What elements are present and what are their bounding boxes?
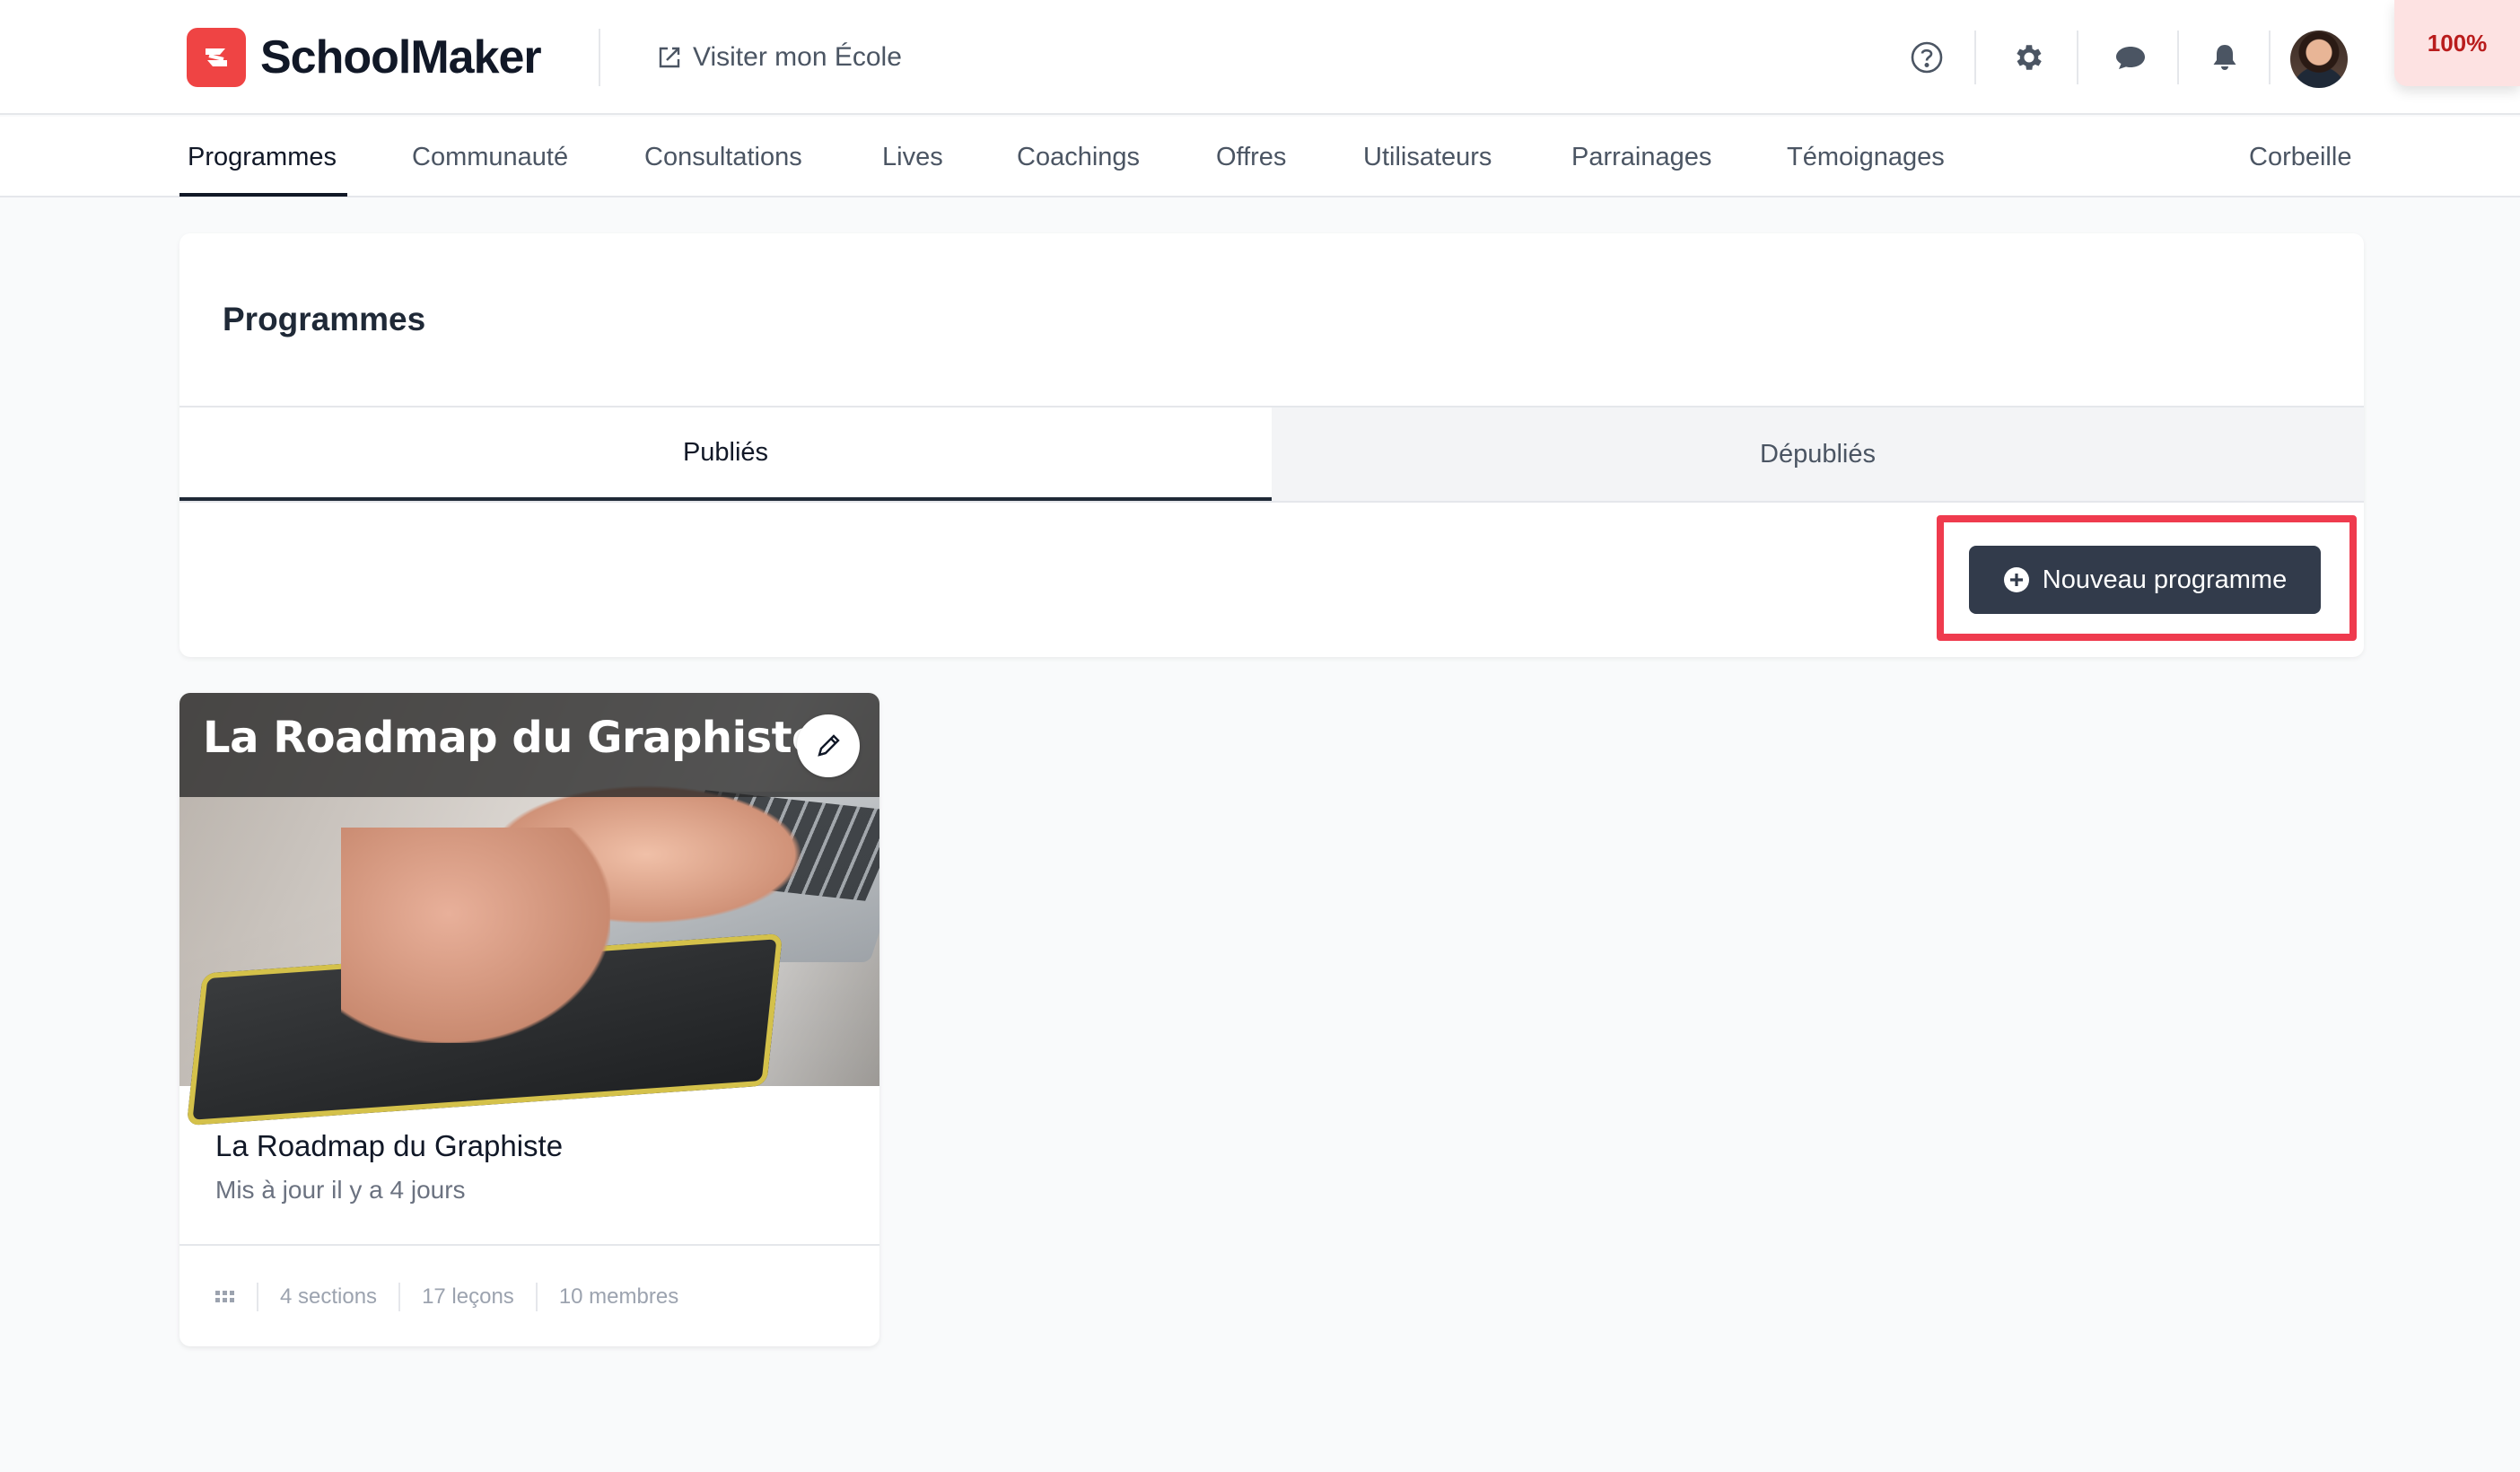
visit-school-label: Visiter mon École (693, 42, 902, 72)
nav-item-programmes[interactable]: Programmes (188, 117, 337, 197)
header-divider (599, 29, 600, 86)
nav-item-communaute[interactable]: Communauté (412, 117, 568, 197)
brand-name: SchoolMaker (260, 31, 542, 83)
top-header: SchoolMaker Visiter mon École 100% (0, 0, 2520, 115)
program-sections-count: 4 sections (280, 1284, 378, 1309)
program-card[interactable]: La Roadmap du Graphiste La Roadmap du Gr… (179, 693, 879, 1346)
programs-panel: Programmes Publiés Dépubliés Nouveau pro… (179, 233, 2364, 657)
nav-item-offres[interactable]: Offres (1216, 117, 1286, 197)
user-avatar[interactable] (2290, 31, 2348, 88)
external-edit-icon (655, 43, 684, 72)
tab-unpublished[interactable]: Dépubliés (1272, 407, 2364, 501)
nav-item-parrainages[interactable]: Parrainages (1571, 117, 1711, 197)
program-status-tabs: Publiés Dépubliés (179, 406, 2364, 503)
nav-item-utilisateurs[interactable]: Utilisateurs (1363, 117, 1492, 197)
program-updated-time: Mis à jour il y a 4 jours (215, 1176, 466, 1204)
help-circle-icon[interactable] (1905, 36, 1948, 79)
page-title: Programmes (223, 301, 426, 337)
program-card-body: La Roadmap du Graphiste Mis à jour il y … (179, 1086, 879, 1246)
nav-item-corbeille[interactable]: Corbeille (2249, 117, 2351, 197)
nav-item-lives[interactable]: Lives (882, 117, 943, 197)
gear-icon[interactable] (2008, 36, 2051, 79)
visit-school-link[interactable]: Visiter mon École (655, 39, 902, 75)
header-divider (2269, 31, 2271, 84)
program-name[interactable]: La Roadmap du Graphiste (215, 1129, 563, 1163)
plus-circle-icon (2003, 566, 2030, 593)
program-banner-title: La Roadmap du Graphiste (203, 713, 821, 763)
bell-icon[interactable] (2203, 36, 2246, 79)
nav-item-coachings[interactable]: Coachings (1017, 117, 1140, 197)
nav-item-temoignages[interactable]: Témoignages (1787, 117, 1945, 197)
main-nav: Programmes Communauté Consultations Live… (0, 117, 2520, 197)
grid-dots-icon (215, 1290, 235, 1304)
header-divider (2177, 31, 2179, 84)
program-cover-banner: La Roadmap du Graphiste (179, 693, 879, 797)
edit-program-button[interactable] (797, 714, 860, 777)
nav-item-consultations[interactable]: Consultations (644, 117, 802, 197)
chat-bubble-icon[interactable] (2109, 36, 2152, 79)
active-nav-indicator (179, 193, 347, 197)
header-divider (2077, 31, 2078, 84)
header-divider (1974, 31, 1976, 84)
pencil-icon (818, 734, 840, 757)
tab-published[interactable]: Publiés (179, 407, 1272, 501)
brand-logo[interactable]: SchoolMaker (187, 28, 542, 87)
program-stats: 4 sections 17 leçons 10 membres (179, 1248, 879, 1346)
new-program-label: Nouveau programme (2042, 565, 2288, 594)
zoom-level-badge[interactable]: 100% (2394, 0, 2520, 86)
schoolmaker-logo-icon (187, 28, 246, 87)
program-lessons-count: 17 leçons (422, 1284, 514, 1309)
program-members-count: 10 membres (558, 1284, 679, 1309)
new-program-button[interactable]: Nouveau programme (1969, 546, 2321, 614)
